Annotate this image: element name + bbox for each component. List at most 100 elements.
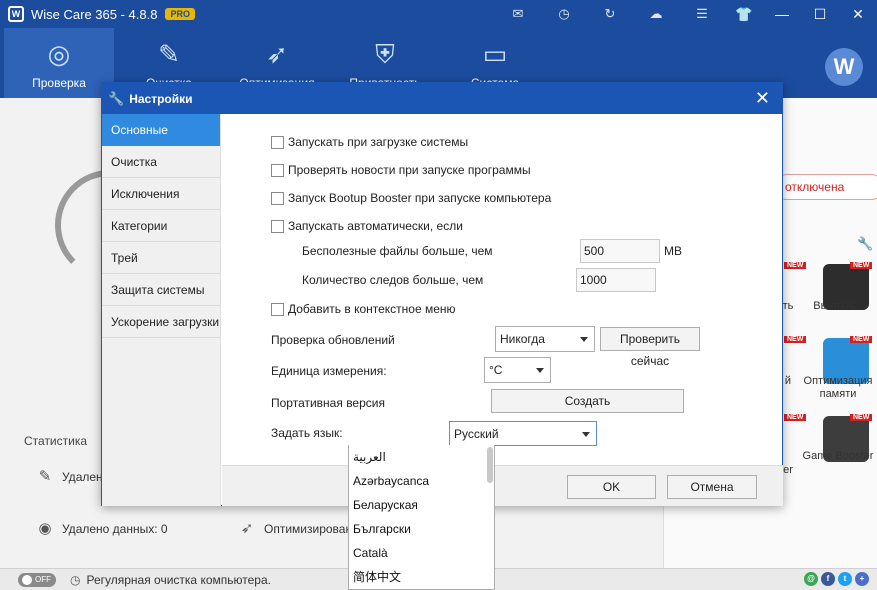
cloud-icon[interactable]: ☁ (633, 0, 679, 28)
monitor-icon: ▭ (482, 39, 508, 69)
mail-icon[interactable]: @ (804, 572, 818, 586)
chevron-down-icon (580, 337, 588, 342)
new-badge: NEW (784, 414, 807, 421)
update-check-select[interactable]: Никогда (495, 326, 595, 352)
option-label: Добавить в контекстное меню (288, 302, 456, 316)
sidebar-item-system-protection[interactable]: Защита системы (102, 274, 220, 306)
settings-dialog: 🔧 Настройки ✕ Основные Очистка Исключени… (101, 82, 783, 506)
check-news-checkbox[interactable] (271, 163, 284, 177)
app-title: Wise Care 365 - 4.8.8 (31, 6, 158, 22)
stat-deleted: Удален (62, 470, 103, 484)
new-badge: NEW (784, 262, 807, 269)
dropdown-scrollbar[interactable] (487, 447, 493, 483)
create-button[interactable]: Создать (491, 389, 684, 413)
tile-label: Game Booster (802, 450, 874, 462)
new-badge: NEW (784, 336, 807, 343)
sidebar-item-general[interactable]: Основные (102, 114, 220, 146)
minimize-button[interactable]: — (763, 0, 801, 28)
auto-run-option[interactable]: Запускать автоматически, если (271, 219, 463, 233)
app-logo-icon: W (8, 6, 24, 22)
context-menu-option[interactable]: Добавить в контекстное меню (271, 302, 456, 316)
stat-deleted-row: ✎ Удален (36, 468, 103, 486)
refresh-icon[interactable]: ↻ (587, 0, 633, 28)
dialog-titlebar: 🔧 Настройки ✕ (102, 83, 782, 114)
language-option[interactable]: Български (349, 517, 494, 541)
language-option[interactable]: Català (349, 541, 494, 565)
broom-icon: ✎ (158, 39, 180, 69)
option-label: Запускать автоматически, если (288, 219, 463, 233)
auto-clean-toggle[interactable]: OFF (18, 572, 56, 587)
language-label: Задать язык: (271, 426, 343, 440)
language-dropdown-list[interactable]: العربية Azərbaycanca Беларуская Българск… (348, 445, 495, 590)
portable-label: Портативная версия (271, 396, 385, 410)
sidebar-item-cleanup[interactable]: Очистка (102, 146, 220, 178)
sidebar-item-categories[interactable]: Категории (102, 210, 220, 242)
cancel-button[interactable]: Отмена (667, 475, 757, 499)
select-value: Русский (454, 427, 499, 441)
ok-button[interactable]: OK (567, 475, 656, 499)
skin-icon[interactable]: 👕 (725, 0, 763, 28)
shield-icon: ⛨ (375, 39, 395, 69)
rocket-icon: ➶ (266, 39, 288, 69)
facebook-icon[interactable]: f (821, 572, 835, 586)
option-label: Запускать при загрузке системы (288, 135, 469, 149)
status-text: Регулярная очистка компьютера. (86, 572, 271, 587)
settings-content: Запускать при загрузке системы Проверять… (222, 114, 783, 465)
stat-data-row: ◉ Удалено данных: 0 (36, 520, 168, 538)
message-icon[interactable]: ✉ (495, 0, 541, 28)
chevron-down-icon (582, 432, 590, 437)
stat-optimized-row: ➶ Оптимизирован (238, 520, 352, 538)
twitter-icon[interactable]: t (838, 572, 852, 586)
sidebar-item-exclusions[interactable]: Исключения (102, 178, 220, 210)
context-menu-checkbox[interactable] (271, 302, 284, 316)
language-option[interactable]: العربية (349, 445, 494, 469)
wrench-icon: 🔧 (108, 90, 125, 106)
startup-option[interactable]: Запускать при загрузке системы (271, 135, 468, 149)
auto-run-checkbox[interactable] (271, 219, 284, 233)
broom-icon: ✎ (38, 468, 52, 485)
dialog-close-button[interactable]: ✕ (755, 88, 770, 108)
tab-label: Проверка (32, 76, 86, 90)
rocket-icon: ➶ (240, 520, 254, 537)
new-badge: NEW (850, 414, 873, 421)
stat-data-deleted: Удалено данных: 0 (62, 522, 168, 536)
update-check-label: Проверка обновлений (271, 333, 395, 347)
unit-label: Единица измерения: (271, 364, 387, 378)
settings-sidebar: Основные Очистка Исключения Категории Тр… (102, 114, 221, 506)
startup-checkbox[interactable] (271, 135, 284, 149)
avatar[interactable]: W (825, 48, 863, 86)
check-now-button[interactable]: Проверить сейчас (600, 327, 700, 368)
language-option[interactable]: Azərbaycanca (349, 469, 494, 493)
traces-input[interactable]: 1000 (576, 268, 656, 292)
social-links: @ f t + (804, 572, 869, 586)
language-option[interactable]: 简体中文 (349, 565, 494, 589)
useless-files-input[interactable]: 500 (580, 239, 660, 263)
close-button[interactable]: ✕ (839, 0, 877, 28)
eye-icon: ◉ (38, 520, 52, 537)
language-select[interactable]: Русский (449, 421, 597, 446)
toggle-label: OFF (35, 575, 51, 584)
tab-check[interactable]: ◎ Проверка (4, 28, 114, 98)
stat-optimized: Оптимизирован (264, 522, 353, 536)
share-icon[interactable]: + (855, 572, 869, 586)
maximize-button[interactable]: ☐ (801, 0, 839, 28)
sidebar-item-boot-acceleration[interactable]: Ускорение загрузки (102, 306, 220, 338)
wrench-icon[interactable]: 🔧 (857, 236, 873, 252)
chevron-down-icon (536, 368, 544, 373)
app-titlebar: W Wise Care 365 - 4.8.8 PRO ✉ ◷ ↻ ☁ ☰ 👕 … (0, 0, 877, 28)
bootup-booster-checkbox[interactable] (271, 191, 284, 205)
status-badge[interactable]: отключена (774, 174, 877, 200)
menu-icon[interactable]: ☰ (679, 0, 725, 28)
sidebar-item-tray[interactable]: Трей (102, 242, 220, 274)
radar-icon: ◎ (47, 39, 71, 69)
dialog-footer: OK Отмена (222, 465, 783, 506)
language-option[interactable]: Беларуская (349, 493, 494, 517)
check-news-option[interactable]: Проверять новости при запуске программы (271, 163, 531, 177)
stats-title: Статистика (24, 434, 88, 448)
timer-icon[interactable]: ◷ (541, 0, 587, 28)
new-badge: NEW (850, 262, 873, 269)
select-value: Никогда (500, 332, 545, 346)
useless-files-unit: MB (664, 244, 682, 258)
bootup-booster-option[interactable]: Запуск Bootup Booster при запуске компью… (271, 191, 551, 205)
unit-select[interactable]: °C (484, 357, 551, 383)
